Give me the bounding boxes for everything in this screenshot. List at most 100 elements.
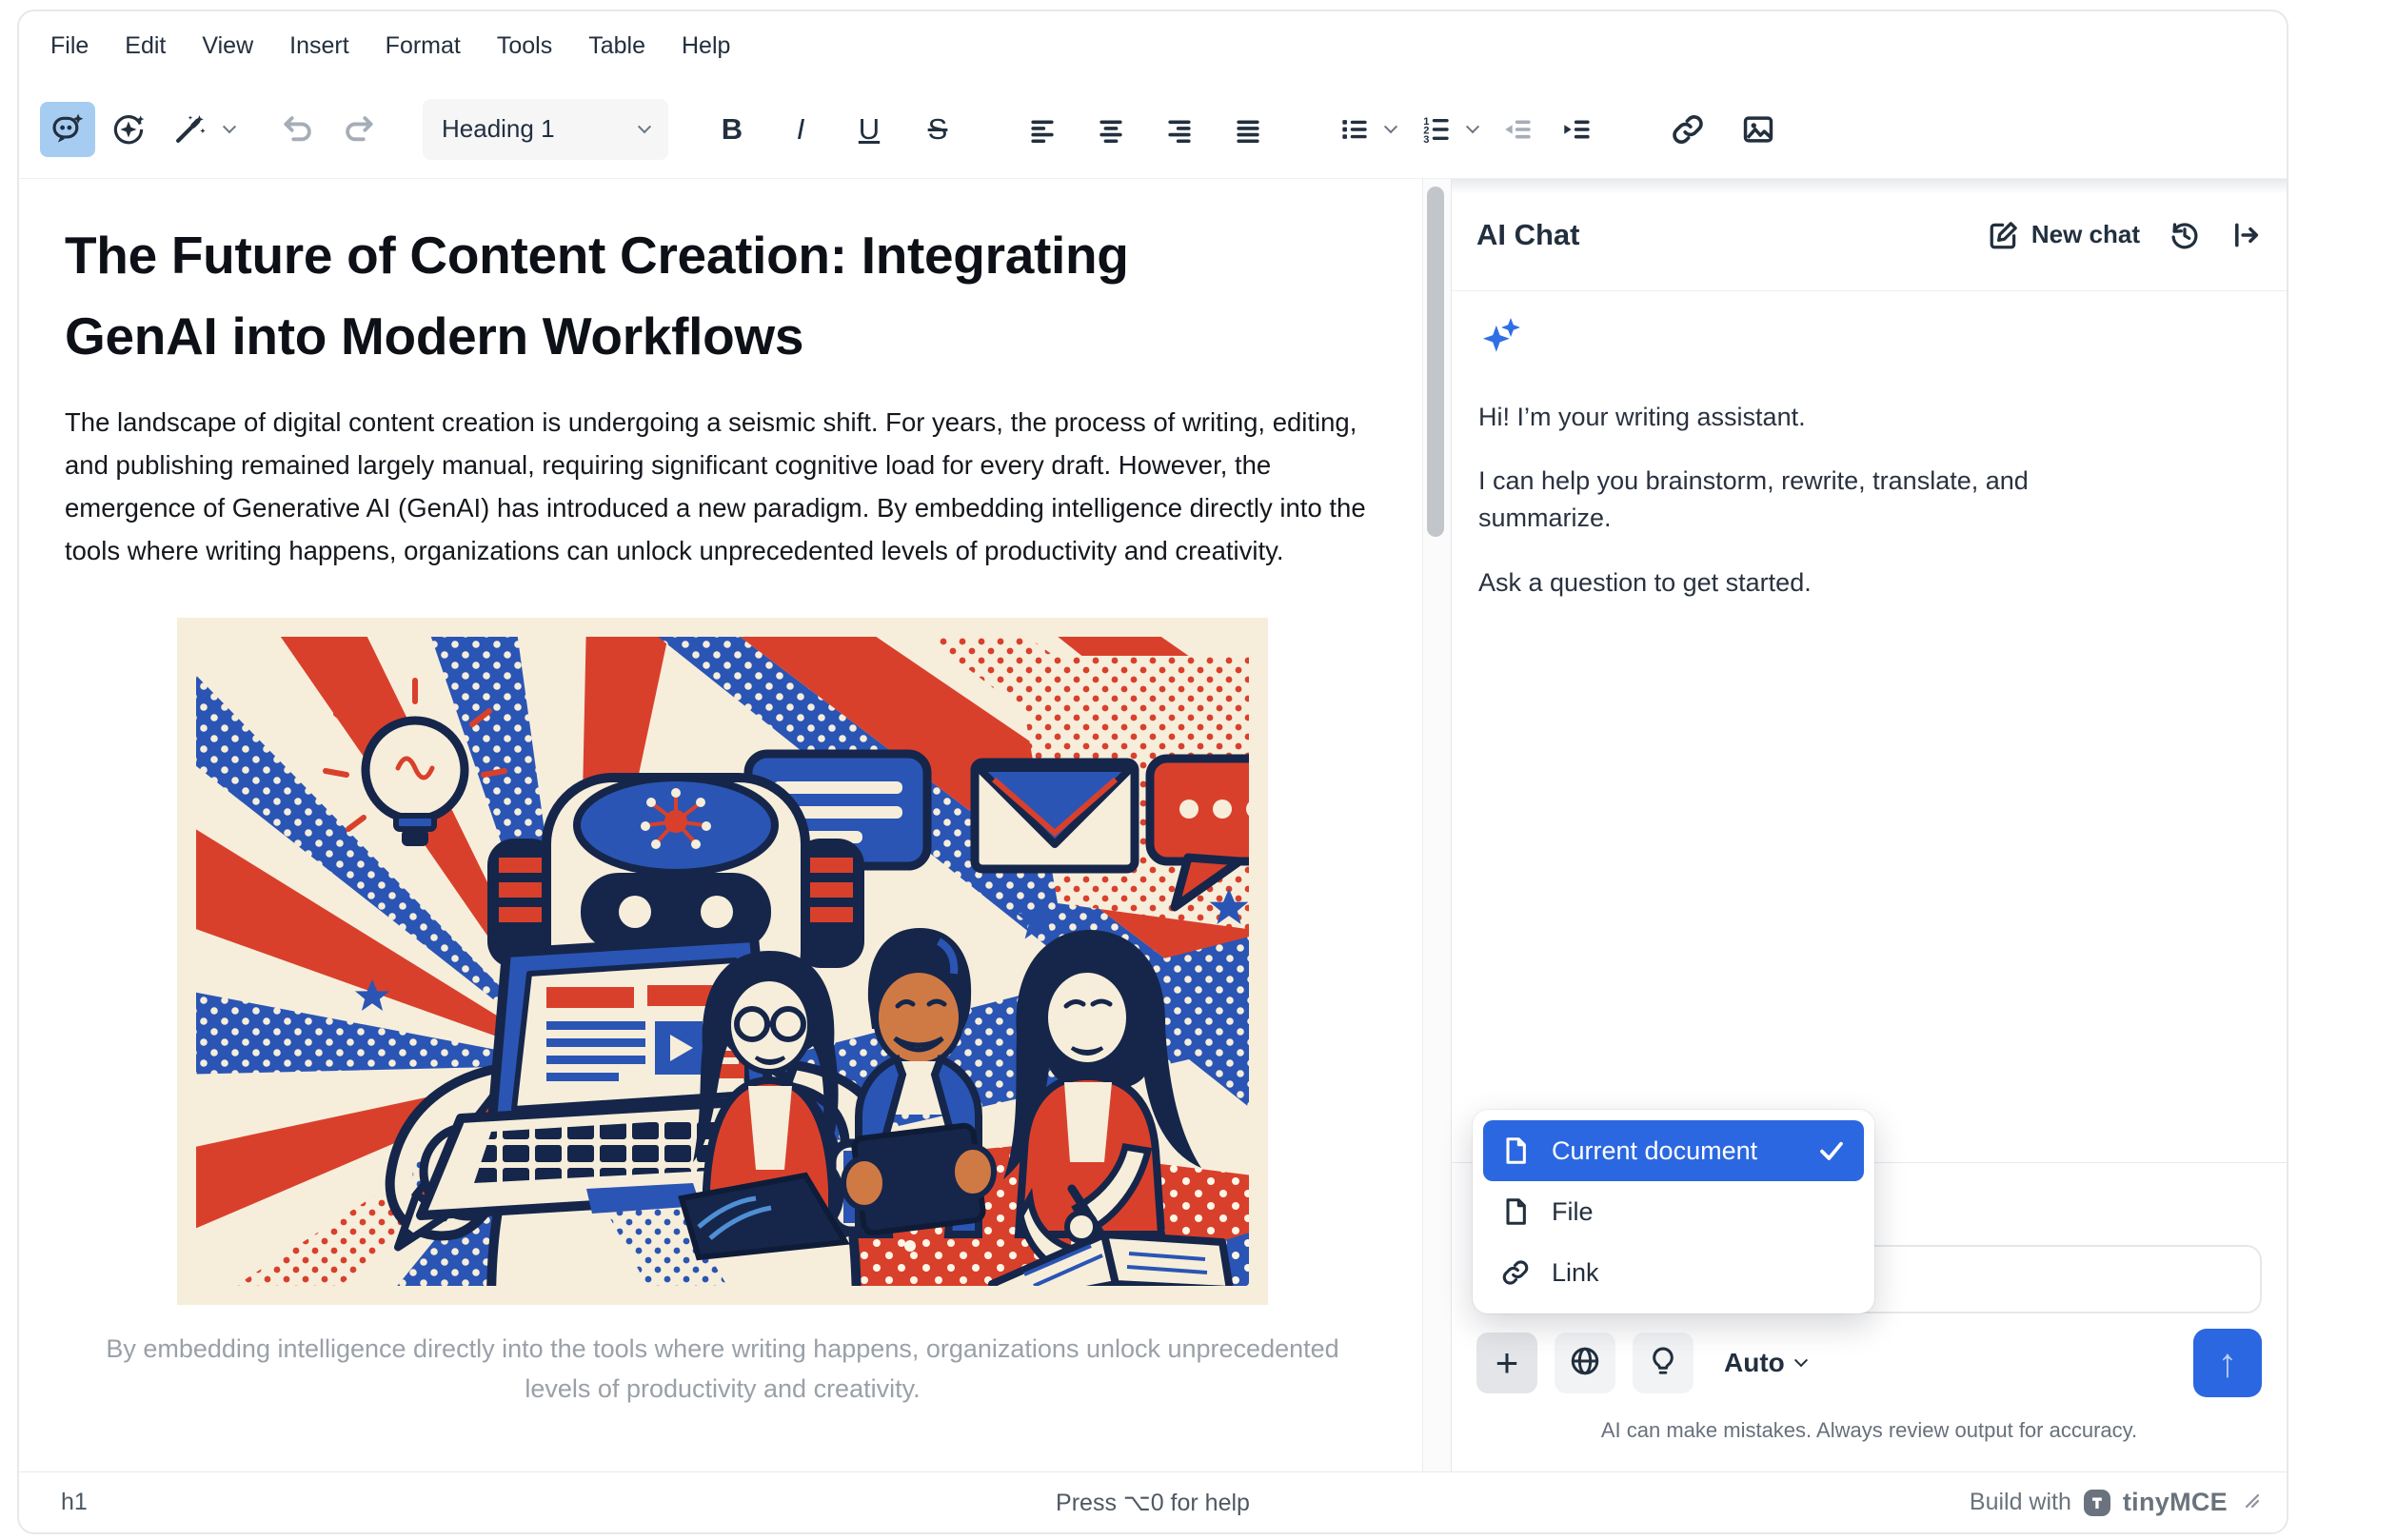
align-justify-button[interactable] [1220,102,1276,157]
document-paragraph[interactable]: The landscape of digital content creatio… [65,401,1380,572]
menu-edit[interactable]: Edit [109,23,182,69]
align-center-icon [1093,111,1129,148]
document-illustration[interactable] [177,618,1268,1305]
context-menu-item-label: Link [1552,1258,1599,1288]
menu-file[interactable]: File [34,23,105,69]
ai-chat-bubble-icon [50,111,86,148]
brand-name[interactable]: tinyMCE [2123,1488,2228,1517]
strikethrough-icon: S [928,112,948,147]
outdent-icon [1500,111,1536,148]
align-justify-icon [1230,111,1266,148]
format-select[interactable]: Heading 1 [423,99,668,160]
align-left-button[interactable] [1015,102,1070,157]
chat-message: Hi! I’m your writing assistant. [1478,399,2145,436]
italic-icon: I [797,112,805,147]
link-icon [1500,1257,1531,1288]
editor-window: File Edit View Insert Format Tools Table… [17,10,2288,1534]
context-menu-item-label: File [1552,1197,1594,1227]
help-shortcut-text: Press ⌥0 for help [19,1489,2287,1517]
menu-view[interactable]: View [186,23,269,69]
format-select-chevron-icon [638,120,651,133]
menu-insert[interactable]: Insert [273,23,366,69]
sparkles-icon [1478,316,2260,370]
bold-button[interactable]: B [704,102,760,157]
editor-scrollbar-thumb[interactable] [1427,187,1444,537]
context-menu-item-link[interactable]: Link [1483,1242,1864,1303]
underline-button[interactable]: U [842,102,897,157]
menubar: File Edit View Insert Format Tools Table… [19,11,2287,80]
model-select[interactable]: Auto [1724,1348,1806,1378]
underline-icon: U [859,112,880,147]
image-icon [1740,111,1776,148]
indent-icon [1559,111,1595,148]
menu-format[interactable]: Format [369,23,477,69]
align-right-button[interactable] [1152,102,1207,157]
insert-link-button[interactable] [1660,102,1715,157]
figure-caption[interactable]: By embedding intelligence directly into … [75,1330,1370,1410]
chat-history-button[interactable] [2169,219,2201,251]
ai-sparkle-circle-icon [110,111,147,148]
bullet-list-chevron-icon[interactable] [1384,120,1397,133]
italic-button[interactable]: I [773,102,828,157]
editor-canvas[interactable]: The Future of Content Creation: Integrat… [19,179,1422,1471]
chat-header: AI Chat New chat [1452,179,2287,291]
strikethrough-button[interactable]: S [910,102,965,157]
svg-text:3: 3 [1423,134,1429,146]
chat-title: AI Chat [1476,218,1580,252]
context-menu-item-current-document[interactable]: Current document [1483,1120,1864,1181]
editor-scrollbar[interactable] [1422,179,1451,1471]
new-chat-label: New chat [2031,220,2140,249]
menu-help[interactable]: Help [665,23,746,69]
document-icon [1500,1135,1531,1166]
ai-tools-button[interactable] [162,102,217,157]
numbered-list-chevron-icon[interactable] [1466,120,1479,133]
context-menu-item-file[interactable]: File [1483,1181,1864,1242]
ai-chat-button[interactable] [40,102,95,157]
align-center-button[interactable] [1083,102,1139,157]
toolbar: Heading 1 B I U S [19,80,2287,179]
ai-shortcuts-button[interactable] [101,102,156,157]
globe-icon [1569,1345,1601,1382]
bullet-list-button[interactable] [1327,102,1382,157]
redo-button[interactable] [331,102,386,157]
numbered-list-button[interactable]: 1 2 3 [1409,102,1464,157]
insert-image-button[interactable] [1731,102,1786,157]
menu-tools[interactable]: Tools [481,23,568,69]
new-chat-button[interactable]: New chat [1988,219,2140,251]
undo-button[interactable] [270,102,326,157]
web-search-button[interactable] [1555,1333,1615,1393]
chat-message: Ask a question to get started. [1478,564,2145,602]
compose-icon [1988,219,2020,251]
format-select-value: Heading 1 [442,114,555,144]
menu-table[interactable]: Table [572,23,662,69]
send-button[interactable]: ↑ [2193,1329,2262,1397]
context-menu: Current document File Link [1473,1110,1874,1313]
magic-wand-icon [171,111,208,148]
indent-button[interactable] [1550,102,1605,157]
model-select-chevron-icon [1794,1353,1808,1367]
tinymce-logo-icon [2083,1489,2111,1517]
statusbar: h1 Press ⌥0 for help Build with tinyMCE [19,1471,2287,1532]
add-context-button[interactable]: + [1476,1333,1537,1393]
undo-icon [280,111,316,148]
resize-grip-icon[interactable] [2239,1488,2262,1517]
redo-icon [341,111,377,148]
context-menu-item-label: Current document [1552,1136,1757,1166]
arrow-up-icon: ↑ [2218,1343,2238,1383]
align-left-icon [1024,111,1060,148]
close-sidebar-icon[interactable] [2229,219,2262,251]
model-select-value: Auto [1724,1348,1785,1378]
document-title[interactable]: The Future of Content Creation: Integrat… [65,215,1274,378]
check-icon [1816,1135,1847,1166]
link-icon [1670,111,1706,148]
bullet-list-icon [1337,111,1373,148]
brand-prefix: Build with [1970,1489,2071,1516]
outdent-button[interactable] [1491,102,1546,157]
align-right-icon [1161,111,1198,148]
chat-message: I can help you brainstorm, rewrite, tran… [1478,463,2145,537]
file-icon [1500,1196,1531,1227]
suggestions-button[interactable] [1633,1333,1694,1393]
ai-disclaimer: AI can make mistakes. Always review outp… [1476,1418,2262,1443]
numbered-list-icon: 1 2 3 [1418,111,1455,148]
ai-tools-chevron-icon[interactable] [223,120,236,133]
